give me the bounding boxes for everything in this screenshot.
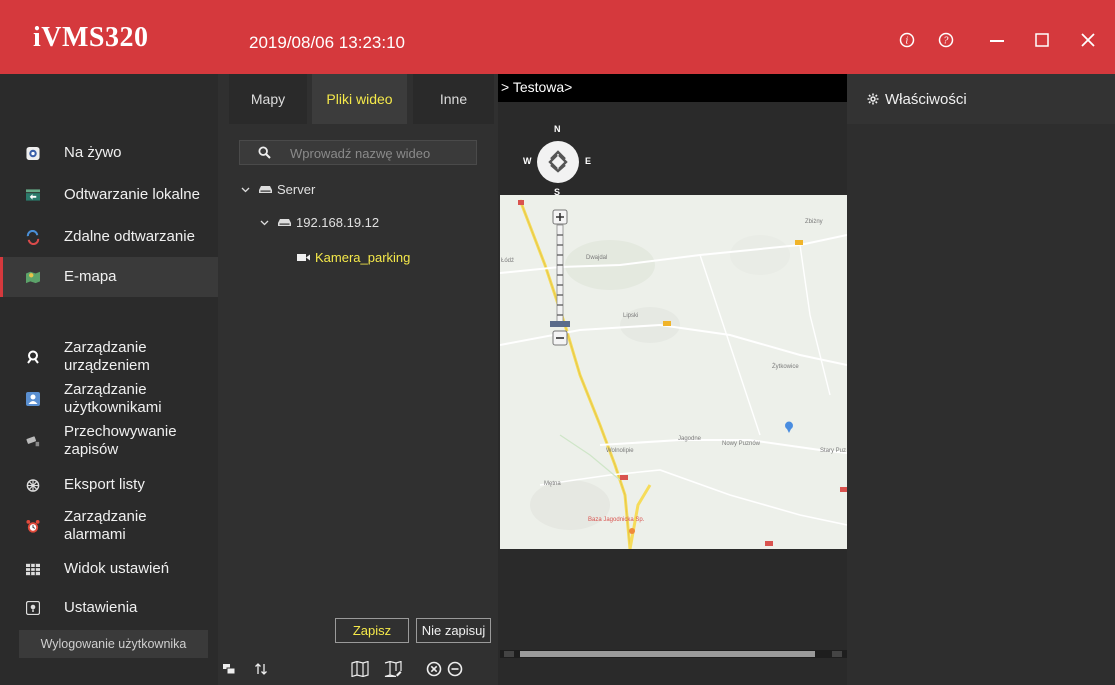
sidebar-item-label: Ustawienia <box>64 599 138 616</box>
sidebar-item-label: E-mapa <box>64 268 117 285</box>
map-area: > Testowa> N S E W Zbiżny Łódź Dwajdal L… <box>498 74 847 685</box>
info-icon[interactable]: i <box>896 29 918 51</box>
map-place-label: Żytkowice <box>772 364 799 370</box>
compass-control[interactable]: N S E W <box>520 124 596 200</box>
tree-node-device[interactable]: 192.168.19.12 <box>260 215 379 230</box>
map-place-label: Baza Jagodnicka Sp. <box>588 517 645 523</box>
tree-node-server[interactable]: Server <box>241 182 315 197</box>
map-place-label: Dwajdal <box>586 255 608 261</box>
minimize-icon[interactable] <box>986 29 1008 51</box>
layers-icon[interactable] <box>220 660 238 678</box>
datetime-display: 2019/08/06 13:23:10 <box>249 33 405 52</box>
search-box <box>239 140 477 165</box>
sidebar-item-alarm-management[interactable]: Zarządzanie alarmami <box>0 506 218 546</box>
chevron-down-icon[interactable] <box>260 220 270 226</box>
resource-panel: Mapy Pliki wideo Inne Server 192.168.19.… <box>218 74 498 685</box>
sidebar-item-live-view[interactable]: Na żywo <box>0 139 218 167</box>
properties-header: Właściwości <box>847 74 1115 124</box>
sidebar-item-emap[interactable]: E-mapa <box>0 257 218 297</box>
dvr-device-icon <box>278 218 291 227</box>
cancel-button[interactable]: Nie zapisuj <box>416 618 491 643</box>
map-place-label: Mętna <box>544 481 561 487</box>
maximize-icon[interactable] <box>1031 29 1053 51</box>
map-place-label: Lipski <box>623 313 639 319</box>
compass-east-label: E <box>585 156 592 166</box>
sidebar-item-label: Zarządzanie użytkownikami <box>64 381 162 416</box>
map-place-label: Nowy Puznów <box>722 441 761 447</box>
live-view-icon <box>26 146 40 160</box>
tree-node-label: 192.168.19.12 <box>296 215 380 230</box>
sidebar: Na żywo Odtwarzanie lokalne Zdalne odtwa… <box>0 74 218 685</box>
user-management-icon <box>26 392 40 406</box>
map-add-icon[interactable] <box>351 660 369 678</box>
storage-icon <box>26 434 40 448</box>
tree-node-label: Server <box>277 182 316 197</box>
sidebar-item-label: Przechowywanie zapisów <box>64 423 177 458</box>
search-input[interactable] <box>290 144 470 162</box>
horizontal-scrollbar[interactable] <box>500 650 847 658</box>
app-title: iVMS320 <box>33 22 149 53</box>
map-place-label: Łódź <box>501 258 515 264</box>
gear-icon <box>867 93 879 105</box>
tree-node-label: Kamera_parking <box>315 250 411 265</box>
chevron-down-icon[interactable] <box>241 187 251 193</box>
sidebar-item-label: Zarządzanie alarmami <box>64 508 147 543</box>
help-icon[interactable]: ? <box>935 29 957 51</box>
sidebar-item-user-management[interactable]: Zarządzanie użytkownikami <box>0 379 218 419</box>
view-settings-icon <box>26 562 40 576</box>
svg-text:i: i <box>906 37 909 47</box>
close-icon[interactable] <box>1077 29 1099 51</box>
map-place-label: Zbiżny <box>805 219 823 225</box>
sidebar-item-view-settings[interactable]: Widok ustawień <box>0 557 218 581</box>
scroll-left-icon[interactable] <box>504 651 514 657</box>
map-edit-icon[interactable] <box>384 660 402 678</box>
logout-button[interactable]: Wylogowanie użytkownika <box>19 630 208 658</box>
local-playback-icon <box>26 188 40 202</box>
zoom-control[interactable] <box>548 209 572 349</box>
alarm-icon <box>26 519 40 533</box>
sidebar-item-local-playback[interactable]: Odtwarzanie lokalne <box>0 181 218 209</box>
remove-icon[interactable] <box>446 660 464 678</box>
tab-maps[interactable]: Mapy <box>229 74 307 124</box>
sidebar-item-remote-playback[interactable]: Zdalne odtwarzanie <box>0 223 218 251</box>
server-icon <box>259 185 272 194</box>
properties-title: Właściwości <box>885 90 967 108</box>
search-icon <box>258 146 271 162</box>
tab-other[interactable]: Inne <box>413 74 494 124</box>
settings-icon <box>26 601 40 615</box>
scroll-right-icon[interactable] <box>832 651 842 657</box>
delete-icon[interactable] <box>425 660 443 678</box>
sidebar-item-label: Zarządzanie urządzeniem <box>64 339 150 374</box>
tab-bar: Mapy Pliki wideo Inne <box>229 74 494 124</box>
properties-panel: Właściwości <box>847 74 1115 685</box>
sidebar-item-label: Zdalne odtwarzanie <box>64 228 195 245</box>
scrollbar-thumb[interactable] <box>520 651 815 657</box>
remote-playback-icon <box>26 229 40 245</box>
sidebar-item-settings[interactable]: Ustawienia <box>0 596 218 620</box>
compass-north-label: N <box>554 124 561 134</box>
device-management-icon <box>26 350 40 364</box>
sidebar-item-storage[interactable]: Przechowywanie zapisów <box>0 421 218 461</box>
map-place-label: Jagodne <box>678 436 702 442</box>
camera-icon <box>297 253 310 262</box>
compass-west-label: W <box>523 156 532 166</box>
sidebar-item-export[interactable]: Eksport listy <box>0 473 218 497</box>
sidebar-item-device-management[interactable]: Zarządzanie urządzeniem <box>0 337 218 377</box>
sidebar-item-label: Odtwarzanie lokalne <box>64 186 200 203</box>
tree-node-camera[interactable]: Kamera_parking <box>297 250 410 265</box>
sort-icon[interactable] <box>252 660 270 678</box>
map-view[interactable]: Zbiżny Łódź Dwajdal Lipski Żytkowice Jag… <box>500 195 847 549</box>
svg-text:?: ? <box>944 37 949 47</box>
emap-icon <box>26 270 40 284</box>
save-button[interactable]: Zapisz <box>335 618 409 643</box>
tab-video-files[interactable]: Pliki wideo <box>312 74 407 124</box>
sidebar-item-label: Widok ustawień <box>64 560 170 577</box>
map-breadcrumb: > Testowa> <box>498 74 847 102</box>
title-bar: iVMS320 2019/08/06 13:23:10 i ? <box>0 0 1115 74</box>
map-place-label: Stary Puz <box>820 448 847 454</box>
export-icon <box>26 478 40 492</box>
sidebar-item-label: Na żywo <box>64 144 122 161</box>
sidebar-item-label: Eksport listy <box>64 476 145 493</box>
map-place-label: Wolnolipie <box>606 448 634 454</box>
